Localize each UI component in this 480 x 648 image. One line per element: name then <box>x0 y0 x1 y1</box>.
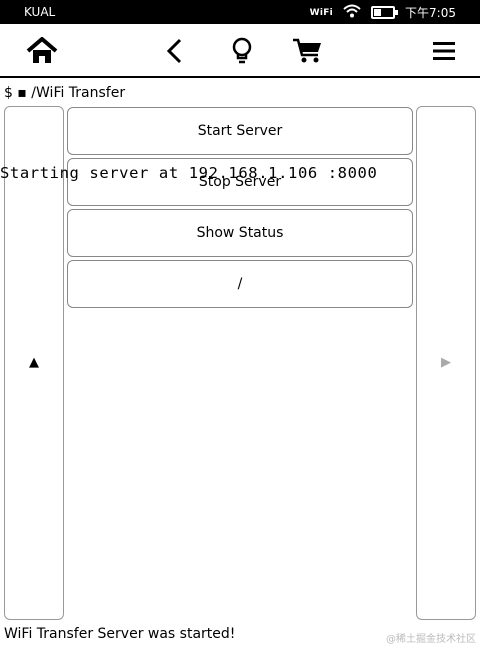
app-name: KUAL <box>24 5 56 19</box>
status-message: WiFi Transfer Server was started! <box>4 626 236 642</box>
right-arrow-icon: ▶ <box>441 355 451 370</box>
next-page-panel[interactable]: ▶ <box>416 106 476 620</box>
cart-button[interactable] <box>290 34 326 68</box>
menu-icon <box>433 42 455 60</box>
wifi-label: WiFi <box>309 7 334 18</box>
breadcrumb: $ ▪ /WiFi Transfer <box>4 85 126 101</box>
battery-level <box>374 9 382 16</box>
clock: 下午7:05 <box>405 6 456 20</box>
back-icon <box>166 38 182 64</box>
wifi-icon <box>343 4 361 21</box>
home-button[interactable] <box>24 34 60 68</box>
show-status-button[interactable]: Show Status <box>67 209 413 257</box>
terminal-output: Starting server at 192.168.1.106 :8000 <box>0 164 378 182</box>
battery-icon <box>371 6 399 19</box>
lightbulb-icon <box>232 37 252 64</box>
menu-button[interactable] <box>426 34 462 68</box>
status-bar: KUAL WiFi 下午7:05 <box>0 0 480 24</box>
home-icon <box>26 37 58 63</box>
status-indicators: WiFi 下午7:05 <box>310 4 456 21</box>
scroll-up-panel[interactable]: ▲ <box>4 106 64 620</box>
cart-icon <box>293 38 321 63</box>
toolbar <box>0 24 480 78</box>
start-server-button[interactable]: Start Server <box>67 107 413 155</box>
root-directory-button[interactable]: / <box>67 260 413 308</box>
up-arrow-icon: ▲ <box>29 355 39 370</box>
back-button[interactable] <box>156 34 192 68</box>
watermark: @稀土掘金技术社区 <box>386 634 476 645</box>
lightbulb-button[interactable] <box>224 34 260 68</box>
